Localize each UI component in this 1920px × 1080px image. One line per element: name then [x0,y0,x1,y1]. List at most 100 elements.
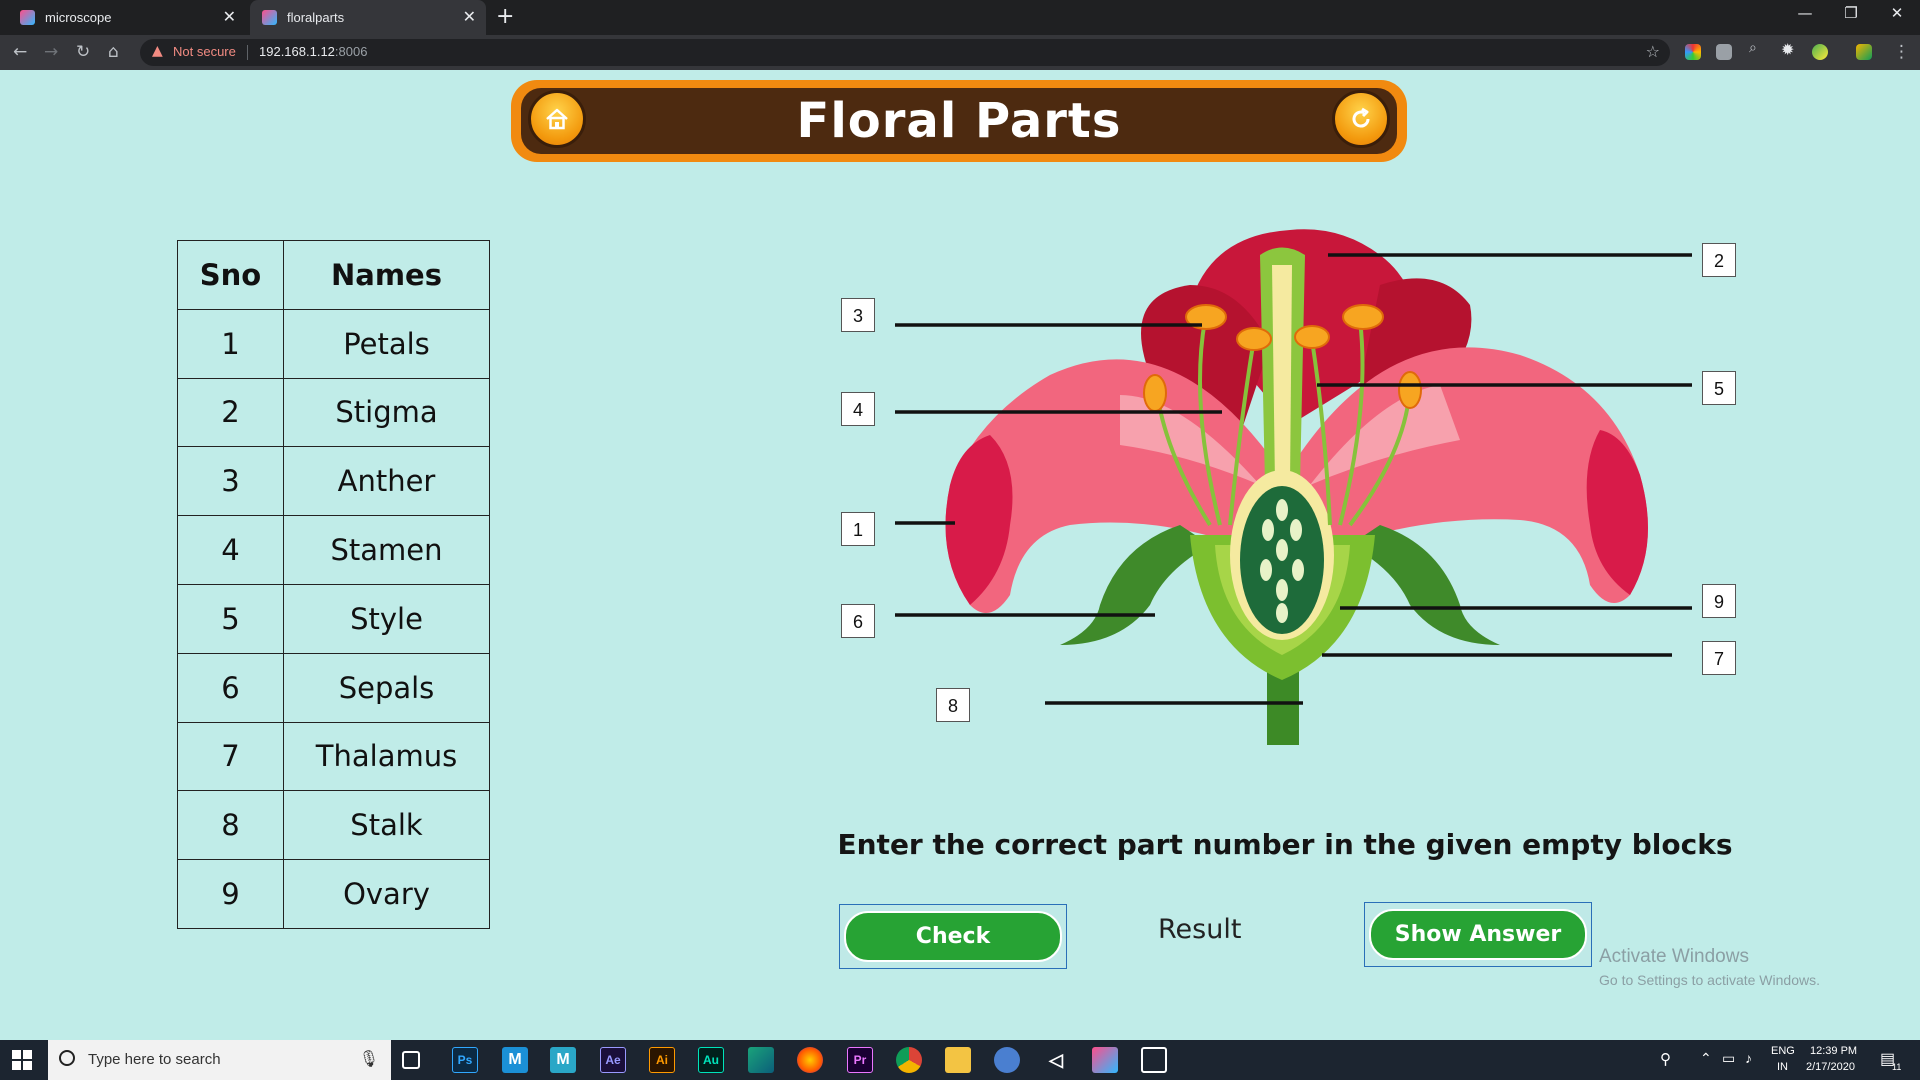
firefox-icon[interactable] [797,1047,823,1073]
language-bottom[interactable]: IN [1777,1061,1788,1073]
extension-color-icon[interactable] [1685,44,1701,60]
chromium-icon[interactable] [994,1047,1020,1073]
label-box-3[interactable]: 3 [841,298,875,332]
reload-icon[interactable]: ↻ [76,42,90,62]
m-app-2-icon[interactable]: M [550,1047,576,1073]
tab-microscope[interactable]: microscope ✕ [8,0,246,35]
home-button[interactable] [528,90,586,148]
extension-bc-icon[interactable] [1856,44,1872,60]
table-row: 3 Anther [177,446,490,517]
unity-icon[interactable]: ◁ [1043,1047,1069,1073]
clock-date[interactable]: 2/17/2020 [1806,1061,1855,1073]
sno-cell: 8 [177,790,284,861]
forward-arrow-icon[interactable]: → [44,42,58,62]
notification-count: 11 [1892,1062,1902,1072]
label-box-5[interactable]: 5 [1702,371,1736,405]
sno-cell: 1 [177,308,284,379]
home-icon[interactable]: ⌂ [108,42,119,62]
browser-tab-bar: microscope ✕ floralparts ✕ + — ❐ ✕ [0,0,1920,35]
back-arrow-icon[interactable]: ← [13,42,27,62]
blue-app-icon[interactable] [1092,1047,1118,1073]
check-button[interactable]: Check [839,904,1067,969]
close-tab-icon[interactable]: ✕ [463,7,476,27]
refresh-icon [1352,107,1370,128]
search-placeholder[interactable]: Type here to search [88,1051,221,1068]
after-effects-icon[interactable]: Ae [600,1047,626,1073]
file-explorer-icon[interactable] [945,1047,971,1073]
label-box-6[interactable]: 6 [841,604,875,638]
instruction-text: Enter the correct part number in the giv… [837,828,1733,861]
address-bar[interactable]: ▲ Not secure 192.168.1.12:8006 ☆ [140,39,1670,66]
label-box-2[interactable]: 2 [1702,243,1736,277]
name-cell: Style [283,583,490,654]
watermark-title: Activate Windows [1599,946,1749,967]
name-cell: Thalamus [283,721,490,792]
divider [247,45,248,60]
extension-search-icon[interactable]: ⌕ [1749,40,1765,56]
column-header: Sno [177,240,284,310]
name-cell: Stamen [283,515,490,585]
parts-table: Sno Names 1 Petals 2 Stigma 3 Anther 4 Stame… [177,240,490,929]
extension-leaf-icon[interactable] [1812,44,1828,60]
illustrator-icon[interactable]: Ai [649,1047,675,1073]
extension-box-icon[interactable] [1716,44,1732,60]
site-favicon-icon [262,10,277,25]
chrome-icon[interactable] [896,1047,922,1073]
audition-icon[interactable]: Au [698,1047,724,1073]
clock-time[interactable]: 12:39 PM [1810,1045,1857,1057]
restart-button[interactable] [1332,90,1390,148]
network-icon[interactable]: ▭ [1722,1050,1735,1067]
sno-cell: 5 [177,583,284,654]
page-title: Floral Parts [796,93,1122,149]
m-app-1-icon[interactable]: M [502,1047,528,1073]
table-row: 6 Sepals [177,652,490,723]
photos-icon[interactable] [1141,1047,1167,1073]
taskbar-search-box[interactable]: Type here to search 🎙 [48,1040,391,1080]
table-row: 1 Petals [177,308,490,379]
check-button-label[interactable]: Check [844,911,1062,962]
extension-gear-icon[interactable]: ✹ [1781,40,1797,59]
table-row: 8 Stalk [177,790,490,861]
menu-kebab-icon[interactable]: ⋮ [1893,42,1910,62]
photoshop-icon[interactable]: Ps [452,1047,478,1073]
microphone-icon[interactable]: 🎙 [359,1049,379,1068]
show-answer-button-label[interactable]: Show Answer [1369,909,1587,960]
table-row: 4 Stamen [177,515,490,585]
new-tab-icon[interactable]: + [496,4,514,29]
activate-windows-watermark: Activate Windows Go to Settings to activ… [1599,946,1820,988]
premiere-icon[interactable]: Pr [847,1047,873,1073]
bookmark-star-icon[interactable]: ☆ [1646,42,1660,61]
chevron-up-icon[interactable]: ⌃ [1700,1050,1712,1067]
result-text: Result [1158,914,1242,945]
tab-title: floralparts [287,10,345,25]
label-box-8[interactable]: 8 [936,688,970,722]
restore-icon[interactable]: ❐ [1828,4,1874,22]
column-header: Names [283,240,490,310]
house-icon [546,108,568,130]
label-box-1[interactable]: 1 [841,512,875,546]
name-cell: Petals [283,308,490,379]
volume-icon[interactable]: ♪ [1745,1050,1752,1066]
language-top[interactable]: ENG [1771,1045,1795,1057]
tab-floralparts[interactable]: floralparts ✕ [250,0,486,35]
minimize-icon[interactable]: — [1782,4,1828,22]
label-box-4[interactable]: 4 [841,392,875,426]
green-app-icon[interactable] [748,1047,774,1073]
browser-toolbar: ← → ↻ ⌂ ▲ Not secure 192.168.1.12:8006 ☆… [0,35,1920,70]
cortana-circle-icon [59,1050,75,1066]
name-cell: Sepals [283,652,490,723]
table-header-row: Sno Names [177,240,490,310]
label-box-7[interactable]: 7 [1702,641,1736,675]
table-row: 5 Style [177,583,490,654]
url-text[interactable]: 192.168.1.12:8006 [259,44,367,59]
close-tab-icon[interactable]: ✕ [223,7,236,27]
flower-diagram: 2 3 5 4 1 9 6 7 8 [820,225,1760,745]
window-close-icon[interactable]: ✕ [1874,4,1920,22]
sno-cell: 3 [177,446,284,517]
security-label[interactable]: Not secure [173,44,236,59]
show-answer-button[interactable]: Show Answer [1364,902,1592,967]
windows-start-icon[interactable] [12,1050,32,1070]
people-icon[interactable]: ⚲ [1660,1050,1671,1068]
label-box-9[interactable]: 9 [1702,584,1736,618]
task-view-icon[interactable] [402,1051,420,1069]
